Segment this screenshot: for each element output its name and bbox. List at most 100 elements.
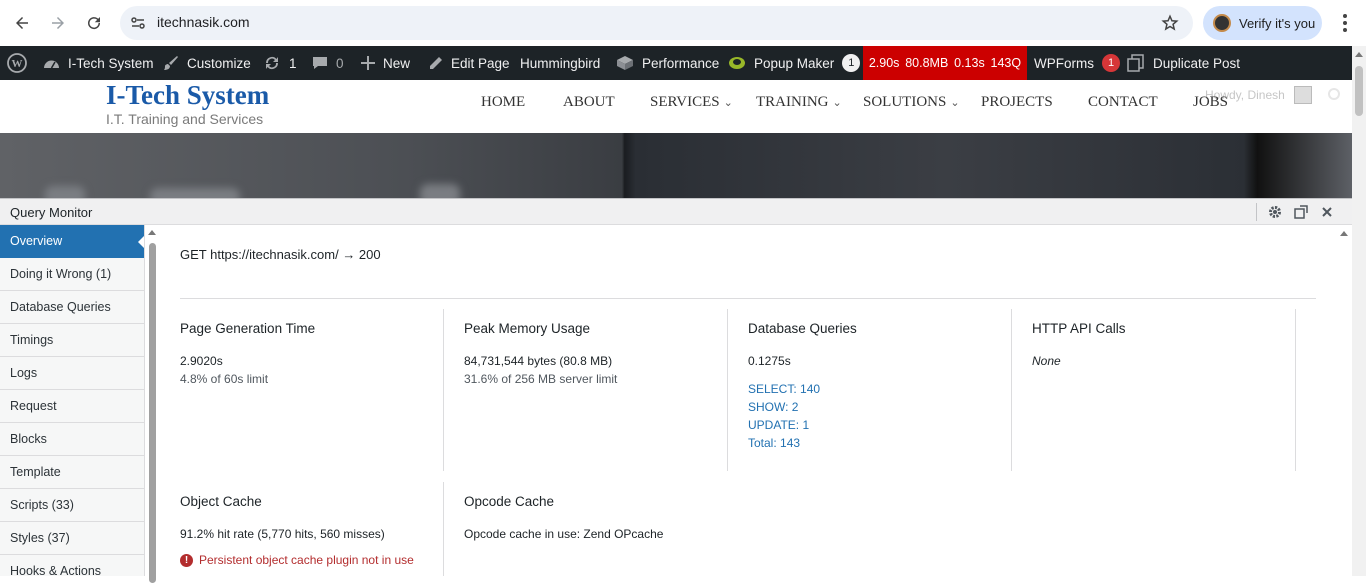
forward-button[interactable] (46, 11, 70, 35)
browser-menu-icon[interactable] (1335, 12, 1355, 34)
db-update-link[interactable]: UPDATE: 1 (748, 416, 1008, 434)
db-time-value: 0.1275s (748, 354, 791, 368)
search-icon[interactable] (1328, 88, 1340, 100)
hero-shape (150, 188, 240, 198)
site-settings-icon[interactable] (130, 15, 146, 31)
wpforms-menu[interactable]: WPForms 1 (1034, 46, 1120, 80)
object-cache-hit-rate: 91.2% hit rate (5,770 hits, 560 misses) (180, 527, 385, 541)
qm-memory-stat: 80.8MB (905, 56, 949, 70)
qm-nav-logs[interactable]: Logs (0, 357, 144, 390)
qm-main-scrollbar[interactable] (1337, 225, 1352, 576)
db-total-link[interactable]: Total: 143 (748, 434, 1008, 452)
popup-maker-count-badge: 1 (842, 54, 861, 72)
verify-profile-button[interactable]: Verify it's you (1203, 6, 1322, 40)
wordpress-logo-icon[interactable]: W (7, 46, 27, 80)
qm-nav-scripts[interactable]: Scripts (33) (0, 489, 144, 522)
popup-maker-label: Popup Maker (754, 55, 835, 71)
scrollbar-thumb[interactable] (1355, 66, 1363, 116)
edit-page-label: Edit Page (451, 55, 510, 71)
menu-jobs[interactable]: JOBS (1193, 94, 1228, 111)
settings-gear-icon[interactable] (1267, 204, 1283, 220)
query-monitor-stats[interactable]: 2.90s 80.8MB 0.13s 143Q (863, 46, 1027, 80)
database-queries-card: Database Queries 0.1275s SELECT: 140 SHO… (748, 321, 1008, 452)
qm-sidebar-scrollbar[interactable] (145, 225, 159, 583)
qm-nav-doing-it-wrong[interactable]: Doing it Wrong (1) (0, 258, 144, 291)
browser-toolbar: itechnasik.com Verify it's you (0, 0, 1366, 46)
scroll-up-arrow[interactable] (148, 230, 156, 235)
site-name-menu[interactable]: I-Tech System (43, 46, 154, 80)
hero-shape (420, 184, 460, 198)
qm-nav-hooks-actions[interactable]: Hooks & Actions (0, 555, 144, 576)
qm-sidebar: Overview Doing it Wrong (1) Database Que… (0, 225, 145, 576)
request-summary: GET https://itechnasik.com/ → 200 (180, 247, 381, 262)
qm-nav-request[interactable]: Request (0, 390, 144, 423)
warning-icon: ! (180, 553, 193, 567)
svg-text:W: W (12, 58, 23, 70)
hummingbird-label: Hummingbird (520, 55, 601, 71)
site-tagline: I.T. Training and Services (106, 111, 264, 127)
reload-button[interactable] (82, 11, 106, 35)
card-title: Database Queries (748, 321, 857, 336)
site-title[interactable]: I-Tech System (106, 80, 269, 111)
menu-training[interactable]: TRAINING ⌄ (756, 94, 842, 111)
qm-nav-timings[interactable]: Timings (0, 324, 144, 357)
user-avatar[interactable] (1294, 86, 1312, 104)
pop-out-icon[interactable] (1293, 204, 1309, 220)
arrow-left-icon (16, 17, 28, 29)
wpforms-count-badge: 1 (1102, 54, 1120, 72)
divider (180, 298, 1316, 299)
menu-about[interactable]: ABOUT (563, 94, 615, 111)
scroll-up-arrow[interactable] (1340, 231, 1348, 236)
address-bar[interactable]: itechnasik.com (120, 6, 1193, 40)
scroll-up-arrow[interactable] (1355, 52, 1363, 57)
performance-icon (616, 55, 634, 71)
qm-nav-template[interactable]: Template (0, 456, 144, 489)
card-title: Page Generation Time (180, 321, 316, 336)
performance-menu[interactable]: Performance (616, 46, 719, 80)
menu-solutions-label: SOLUTIONS (863, 94, 947, 110)
comments-link[interactable]: 0 (312, 46, 344, 80)
profile-avatar (1213, 14, 1231, 32)
close-icon[interactable] (1319, 204, 1335, 220)
comments-count: 0 (336, 55, 344, 71)
popup-maker-menu[interactable]: Popup Maker 1 (728, 46, 861, 80)
new-content-menu[interactable]: New (361, 46, 410, 80)
customize-link[interactable]: Customize (163, 46, 251, 80)
db-show-link[interactable]: SHOW: 2 (748, 398, 1008, 416)
qm-nav-database-queries[interactable]: Database Queries (0, 291, 144, 324)
hero-banner (0, 133, 1352, 198)
hummingbird-menu[interactable]: Hummingbird (520, 46, 600, 80)
opcode-cache-value: Opcode cache in use: Zend OPcache (464, 527, 664, 541)
card-title: Object Cache (180, 494, 262, 509)
plus-icon (361, 56, 375, 70)
edit-page-link[interactable]: Edit Page (428, 46, 510, 80)
reload-icon (88, 17, 101, 30)
divider (443, 309, 444, 471)
qm-queries-stat: 143Q (990, 56, 1022, 70)
paintbrush-icon (163, 55, 179, 71)
qm-nav-styles[interactable]: Styles (37) (0, 522, 144, 555)
menu-services[interactable]: SERVICES ⌄ (650, 94, 733, 111)
page-scrollbar[interactable] (1352, 46, 1366, 576)
db-select-link[interactable]: SELECT: 140 (748, 380, 1008, 398)
qm-nav-blocks[interactable]: Blocks (0, 423, 144, 456)
page-generation-limit: 4.8% of 60s limit (180, 372, 269, 386)
url-text[interactable]: itechnasik.com (157, 14, 250, 30)
qm-time-stat: 2.90s (868, 56, 900, 70)
menu-home[interactable]: HOME (481, 94, 525, 111)
qm-db-time-stat: 0.13s (954, 56, 985, 70)
chevron-down-icon: ⌄ (723, 97, 733, 109)
scrollbar-thumb[interactable] (149, 243, 156, 583)
qm-nav-overview[interactable]: Overview (0, 225, 144, 258)
menu-contact[interactable]: CONTACT (1088, 94, 1158, 111)
menu-projects[interactable]: PROJECTS (981, 94, 1053, 111)
back-button[interactable] (10, 11, 34, 35)
divider (1011, 309, 1012, 471)
duplicate-post-link[interactable]: Duplicate Post (1127, 46, 1240, 80)
menu-services-label: SERVICES (650, 94, 720, 110)
card-title: HTTP API Calls (1032, 321, 1126, 336)
object-cache-card: Object Cache 91.2% hit rate (5,770 hits,… (180, 494, 450, 567)
menu-solutions[interactable]: SOLUTIONS ⌄ (863, 94, 960, 111)
updates-link[interactable]: 1 (263, 46, 297, 80)
bookmark-star-icon[interactable] (1161, 14, 1179, 32)
